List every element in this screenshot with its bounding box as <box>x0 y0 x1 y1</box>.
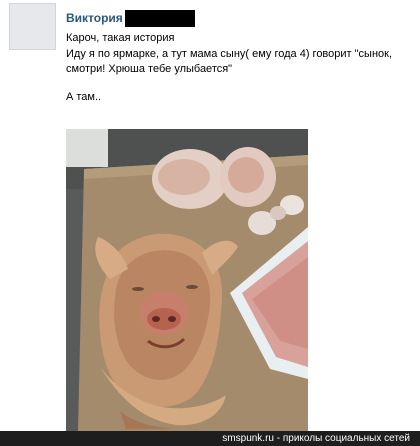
post-line-1: Кароч, такая история <box>66 32 175 44</box>
pig-head-photo-icon <box>66 129 308 431</box>
post-line-2: Иду я по ярмарке, а тут мама сыну( ему г… <box>66 47 392 76</box>
post-text: Кароч, такая история Иду я по ярмарке, а… <box>66 31 406 105</box>
author-name-link[interactable]: Виктория <box>66 11 123 25</box>
watermark-text: smspunk.ru - приколы социальных сетей <box>222 433 410 444</box>
redacted-surname <box>124 9 195 27</box>
author-avatar[interactable] <box>9 3 56 50</box>
post-punchline: А там.. <box>66 90 102 103</box>
watermark-bar: smspunk.ru - приколы социальных сетей <box>0 431 420 446</box>
post-photo[interactable] <box>66 129 308 431</box>
author-row: Виктория <box>66 8 195 28</box>
